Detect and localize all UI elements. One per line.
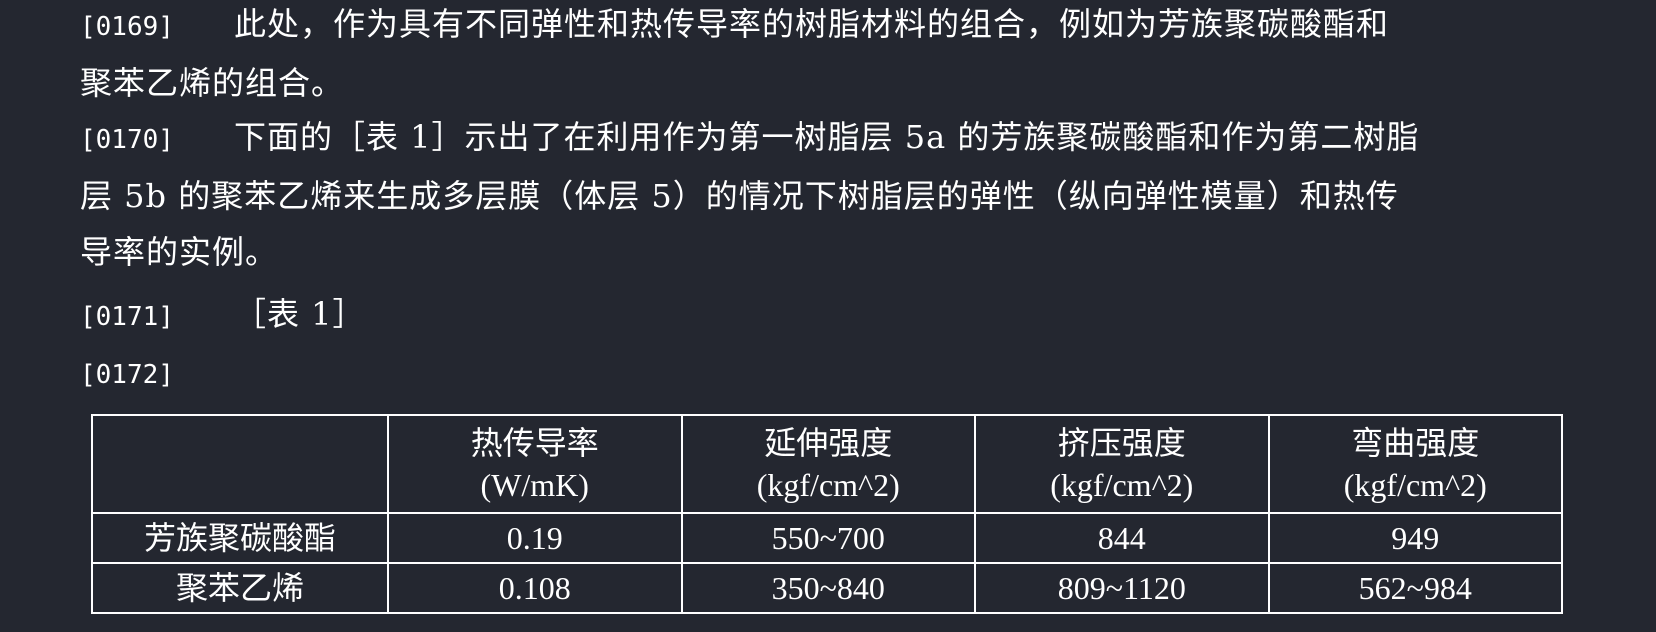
header-unit: (kgf/cm^2) (1050, 467, 1194, 503)
material-properties-table: 热传导率 (W/mK) 延伸强度 (kgf/cm^2) 挤压强度 (kgf/cm… (91, 414, 1563, 614)
table-cell: 562~984 (1267, 562, 1563, 614)
paragraph-line: 聚苯乙烯的组合。 (80, 64, 345, 102)
header-cell-thermal-conductivity: 热传导率 (W/mK) (387, 414, 683, 514)
header-unit: (W/mK) (480, 467, 589, 503)
paragraph-line: 此处，作为具有不同弹性和热传导率的树脂材料的组合，例如为芳族聚碳酸酯和 (234, 5, 1390, 43)
table-reference: ［表 1］ (234, 295, 366, 333)
header-cell-compressive-strength: 挤压强度 (kgf/cm^2) (974, 414, 1270, 514)
table-row: 聚苯乙烯 0.108 350~840 809~1120 562~984 (91, 562, 1563, 614)
table-cell: 949 (1267, 512, 1563, 564)
table-header-row: 热传导率 (W/mK) 延伸强度 (kgf/cm^2) 挤压强度 (kgf/cm… (91, 414, 1563, 514)
paragraph-line: 层 5b 的聚苯乙烯来生成多层膜（体层 5）的情况下树脂层的弹性（纵向弹性模量）… (80, 177, 1399, 215)
header-cell-tensile-strength: 延伸强度 (kgf/cm^2) (680, 414, 976, 514)
table-cell: 550~700 (680, 512, 976, 564)
header-name: 延伸强度 (764, 425, 893, 461)
row-label: 芳族聚碳酸酯 (91, 512, 389, 564)
data-table-container: 热传导率 (W/mK) 延伸强度 (kgf/cm^2) 挤压强度 (kgf/cm… (91, 414, 1563, 614)
table-cell: 809~1120 (974, 562, 1270, 614)
paragraph-number: [0171] (80, 302, 174, 332)
paragraph-line: 导率的实例。 (80, 233, 279, 271)
paragraph-number: [0172] (80, 360, 174, 390)
paragraph-number: [0169] (80, 12, 174, 42)
paragraph-number: [0170] (80, 125, 174, 155)
paragraph-0172: [0172] (80, 344, 234, 403)
table-cell: 844 (974, 512, 1270, 564)
table-cell: 0.19 (387, 512, 683, 564)
header-cell-flexural-strength: 弯曲强度 (kgf/cm^2) (1267, 414, 1563, 514)
table-row: 芳族聚碳酸酯 0.19 550~700 844 949 (91, 512, 1563, 564)
header-unit: (kgf/cm^2) (1343, 467, 1487, 503)
table-cell: 350~840 (680, 562, 976, 614)
paragraph-0170: [0170] 下面的［表 1］示出了在利用作为第一树脂层 5a 的芳族聚碳酸酯和作… (80, 109, 1419, 280)
paragraph-line: 下面的［表 1］示出了在利用作为第一树脂层 5a 的芳族聚碳酸酯和作为第二树脂 (234, 118, 1420, 156)
header-unit: (kgf/cm^2) (756, 467, 900, 503)
header-name: 热传导率 (470, 425, 599, 461)
header-name: 弯曲强度 (1351, 425, 1480, 461)
table-cell: 0.108 (387, 562, 683, 614)
paragraph-0171: [0171] ［表 1］ (80, 286, 366, 345)
header-name: 挤压强度 (1057, 425, 1186, 461)
header-cell-empty (91, 414, 389, 514)
paragraph-0169: [0169] 此处，作为具有不同弹性和热传导率的树脂材料的组合，例如为芳族聚碳酸酯… (80, 0, 1389, 111)
row-label: 聚苯乙烯 (91, 562, 389, 614)
